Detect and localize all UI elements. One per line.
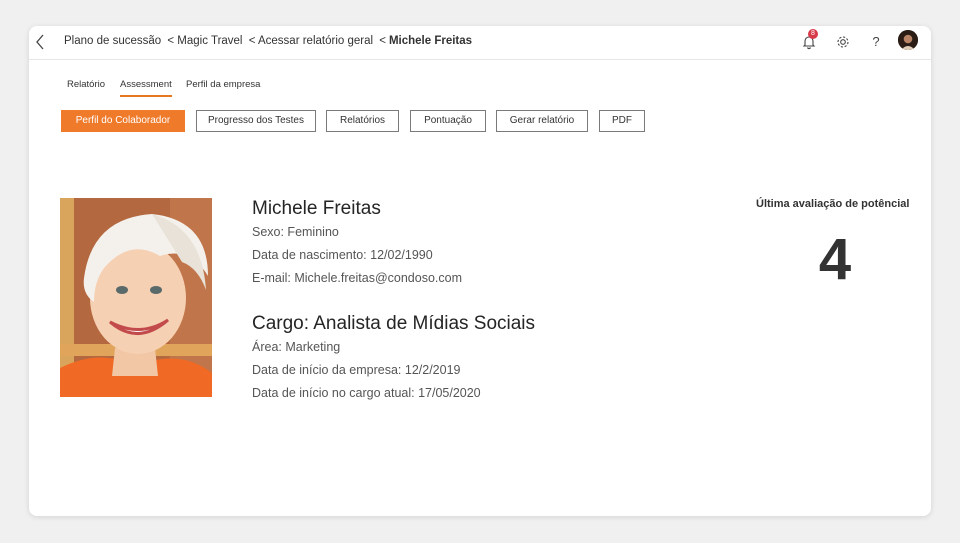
tab-relatorio[interactable]: Relatório (67, 79, 105, 90)
progresso-testes-button[interactable]: Progresso dos Testes (196, 110, 316, 132)
breadcrumb-item-magic-travel[interactable]: < Magic Travel (167, 35, 242, 47)
relatorios-button[interactable]: Relatórios (326, 110, 399, 132)
breadcrumb-item-relatorio-geral[interactable]: < Acessar relatório geral (249, 35, 373, 47)
breadcrumb-current: Michele Freitas (388, 35, 473, 47)
top-bar: Plano de sucessão < Magic Travel < Acess… (29, 26, 931, 60)
pontuacao-button[interactable]: Pontuação (410, 110, 486, 132)
breadcrumb: Plano de sucessão < Magic Travel < Acess… (64, 35, 475, 47)
profile-inicio-empresa: Data de início da empresa: 12/2/2019 (252, 363, 461, 377)
gear-icon[interactable] (834, 33, 852, 51)
gerar-relatorio-button[interactable]: Gerar relatório (496, 110, 588, 132)
app-window: Plano de sucessão < Magic Travel < Acess… (29, 26, 931, 516)
profile-sexo: Sexo: Feminino (252, 225, 339, 239)
evaluation-score: 4 (818, 227, 852, 292)
tab-perfil-empresa[interactable]: Perfil da empresa (186, 79, 260, 90)
breadcrumb-item-plano[interactable]: Plano de sucessão (64, 35, 161, 47)
profile-area: Área: Marketing (252, 340, 341, 354)
profile-name: Michele Freitas (252, 198, 381, 219)
evaluation-label: Última avaliação de potêncial (756, 198, 910, 210)
perfil-colaborador-button[interactable]: Perfil do Colaborador (61, 110, 185, 132)
bell-icon[interactable]: 8 (800, 29, 818, 51)
profile-cargo: Cargo: Analista de Mídias Sociais (252, 313, 536, 334)
profile-email: E-mail: Michele.freitas@condoso.com (252, 271, 462, 285)
breadcrumb-separator: < (379, 35, 386, 47)
tab-assessment[interactable]: Assessment (120, 79, 172, 97)
help-icon[interactable]: ? (867, 33, 885, 51)
user-avatar[interactable] (898, 30, 918, 50)
profile-inicio-cargo: Data de início no cargo atual: 17/05/202… (252, 386, 481, 400)
profile-photo (60, 198, 212, 397)
pdf-button[interactable]: PDF (599, 110, 645, 132)
notification-badge: 8 (808, 29, 818, 39)
profile-nascimento: Data de nascimento: 12/02/1990 (252, 248, 433, 262)
back-arrow-icon[interactable] (33, 32, 49, 52)
